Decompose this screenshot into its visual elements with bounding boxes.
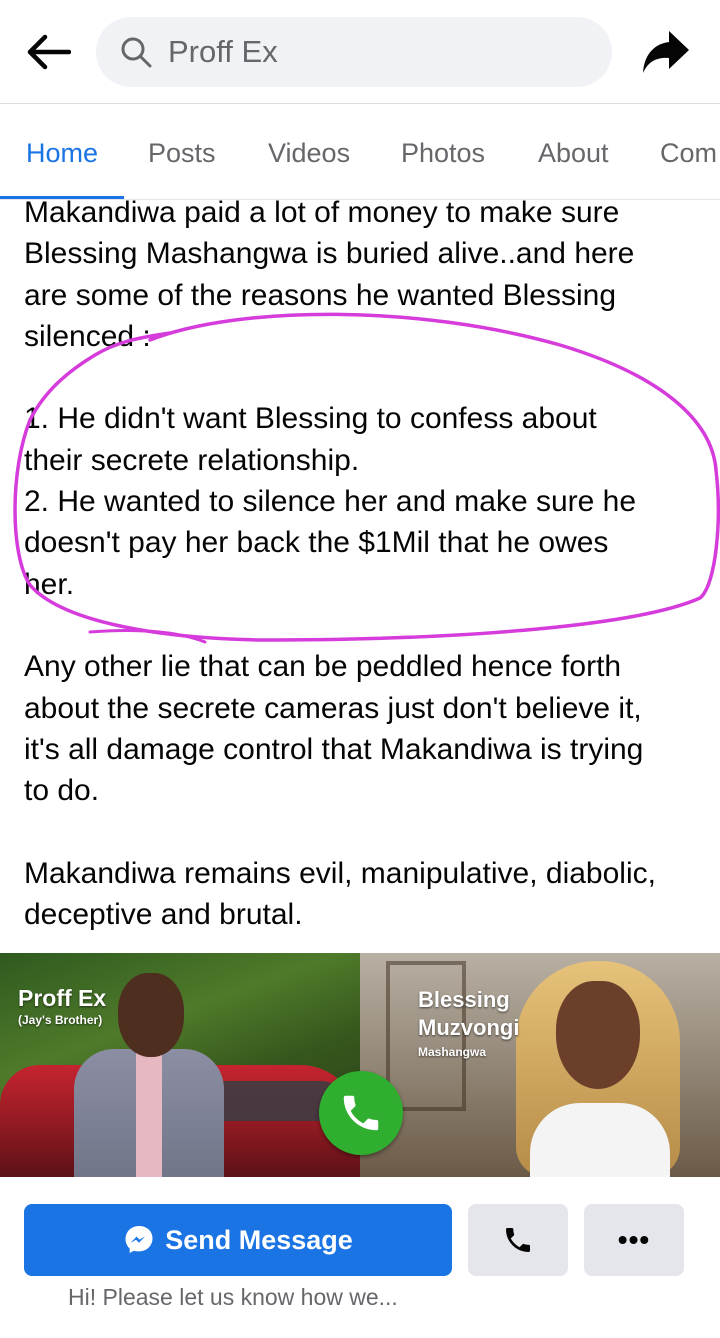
tab-community[interactable]: Com bbox=[660, 138, 717, 169]
search-icon bbox=[116, 32, 156, 72]
post-line: Any other lie that can be peddled hence … bbox=[24, 650, 622, 684]
tab-photos[interactable]: Photos bbox=[401, 138, 485, 169]
send-message-button[interactable]: Send Message bbox=[24, 1204, 452, 1276]
post-line: 2. He wanted to silence her and make sur… bbox=[24, 485, 637, 519]
post-line: deceptive and brutal. bbox=[24, 898, 303, 932]
cover-right-name-2: Muzvongi bbox=[418, 1015, 520, 1040]
post-line: Makandiwa remains evil, manipulative, di… bbox=[24, 856, 656, 890]
post-text: Makandiwa paid a lot of money to make su… bbox=[24, 192, 704, 935]
post-line: her. bbox=[24, 567, 75, 601]
post-line: silenced : bbox=[24, 319, 151, 353]
send-message-label: Send Message bbox=[165, 1224, 353, 1255]
share-arrow-icon bbox=[643, 31, 689, 73]
action-bar: Send Message ••• Hi! Please let us know … bbox=[0, 1177, 720, 1338]
woman-top bbox=[530, 1103, 670, 1177]
post-line: about the secrete cameras just don't bel… bbox=[24, 691, 642, 725]
cover-left-panel: Proff Ex (Jay's Brother) bbox=[0, 953, 360, 1177]
tab-videos[interactable]: Videos bbox=[268, 138, 350, 169]
cover-right-panel: Blessing Muzvongi Mashangwa bbox=[360, 953, 720, 1177]
post-line: 1. He didn't want Blessing to confess ab… bbox=[24, 402, 597, 436]
greeting-text: Hi! Please let us know how we... bbox=[68, 1284, 398, 1310]
cover-photo[interactable]: Proff Ex (Jay's Brother) Blessing Muzvon… bbox=[0, 953, 720, 1177]
post-line: to do. bbox=[24, 774, 100, 808]
more-options-button[interactable]: ••• bbox=[584, 1204, 684, 1276]
post-line: Blessing Mashangwa is buried alive..and … bbox=[24, 237, 635, 271]
phone-icon bbox=[506, 1228, 530, 1252]
arrow-left-icon bbox=[27, 34, 71, 70]
post-line: doesn't pay her back the $1Mil that he o… bbox=[24, 526, 609, 560]
page-tabs: Home Posts Videos Photos About Com bbox=[0, 104, 720, 200]
cover-left-subtitle: (Jay's Brother) bbox=[18, 1013, 103, 1027]
post-line: Makandiwa paid a lot of money to make su… bbox=[24, 196, 620, 229]
post-line: their secrete relationship. bbox=[24, 443, 360, 477]
search-text: Proff Ex bbox=[168, 34, 278, 69]
search-input[interactable]: Proff Ex bbox=[96, 17, 612, 87]
call-button[interactable] bbox=[468, 1204, 568, 1276]
tab-posts[interactable]: Posts bbox=[148, 138, 216, 169]
man-head bbox=[118, 973, 184, 1057]
call-bubble bbox=[319, 1071, 403, 1155]
tab-home[interactable]: Home bbox=[26, 138, 98, 169]
top-bar: Proff Ex bbox=[0, 0, 720, 104]
messenger-icon bbox=[125, 1226, 153, 1253]
woman-face bbox=[556, 981, 640, 1089]
post-line: it's all damage control that Makandiwa i… bbox=[24, 732, 644, 766]
cover-right-name-1: Blessing bbox=[418, 987, 510, 1012]
post-line: are some of the reasons he wanted Blessi… bbox=[24, 278, 617, 312]
more-icon: ••• bbox=[617, 1224, 651, 1255]
tab-about[interactable]: About bbox=[538, 138, 609, 169]
share-button[interactable] bbox=[638, 26, 694, 78]
cover-left-name: Proff Ex bbox=[18, 985, 107, 1011]
phone-icon bbox=[343, 1095, 379, 1131]
cover-right-subtitle: Mashangwa bbox=[418, 1045, 487, 1059]
man-shirt bbox=[136, 1051, 162, 1177]
back-button[interactable] bbox=[22, 28, 74, 76]
